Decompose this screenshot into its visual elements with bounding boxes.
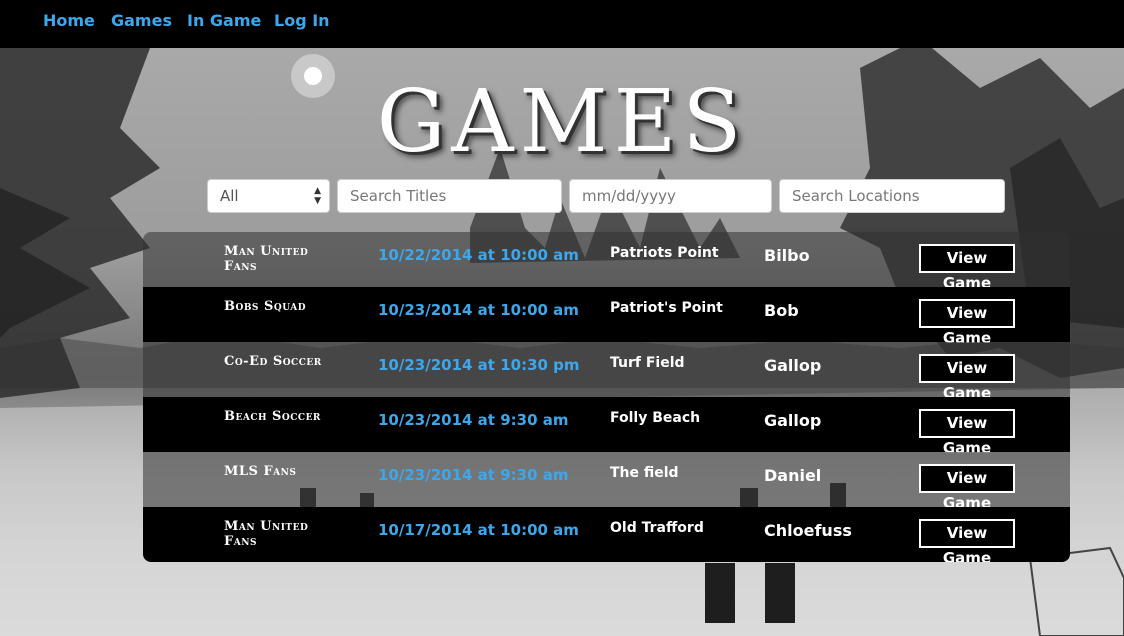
game-datetime: 10/17/2014 at 10:00 am bbox=[378, 521, 579, 539]
nav-link-home[interactable]: Home bbox=[43, 11, 95, 30]
game-host: Daniel bbox=[764, 466, 822, 485]
game-location: Folly Beach bbox=[610, 410, 701, 426]
table-row: Bobs Squad 10/23/2014 at 10:00 am Patrio… bbox=[143, 287, 1070, 347]
date-input[interactable] bbox=[582, 181, 759, 211]
search-locations-field[interactable] bbox=[779, 179, 1005, 213]
table-row: Co-Ed Soccer 10/23/2014 at 10:30 pm Turf… bbox=[143, 342, 1070, 402]
category-select-value: All bbox=[220, 187, 239, 205]
game-location: Patriot's Point bbox=[610, 300, 723, 316]
view-game-button[interactable]: View Game bbox=[919, 299, 1015, 347]
select-arrows-icon: ▲ ▼ bbox=[314, 186, 321, 206]
game-title: Man United Fans bbox=[224, 244, 309, 274]
game-datetime: 10/22/2014 at 10:00 am bbox=[378, 246, 579, 264]
view-game-button[interactable]: View Game bbox=[919, 244, 1015, 292]
game-location: Turf Field bbox=[610, 355, 685, 371]
view-game-button[interactable]: View Game bbox=[919, 409, 1015, 457]
search-locations-input[interactable] bbox=[792, 181, 992, 211]
game-datetime: 10/23/2014 at 10:00 am bbox=[378, 301, 579, 319]
game-location: Patriots Point bbox=[610, 245, 719, 261]
view-game-button[interactable]: View Game bbox=[919, 354, 1015, 402]
game-host: Gallop bbox=[764, 356, 822, 375]
game-location: Old Trafford bbox=[610, 520, 704, 536]
game-host: Bilbo bbox=[764, 246, 810, 265]
game-title: Beach Soccer bbox=[224, 409, 321, 424]
game-title: Co-Ed Soccer bbox=[224, 354, 322, 369]
table-row: Man United Fans 10/17/2014 at 10:00 am O… bbox=[143, 507, 1070, 562]
game-datetime: 10/23/2014 at 10:30 pm bbox=[378, 356, 580, 374]
table-row: Beach Soccer 10/23/2014 at 9:30 am Folly… bbox=[143, 397, 1070, 457]
game-host: Bob bbox=[764, 301, 799, 320]
game-datetime: 10/23/2014 at 9:30 am bbox=[378, 466, 569, 484]
game-host: Gallop bbox=[764, 411, 822, 430]
game-location: The field bbox=[610, 465, 679, 481]
page-title: GAMES bbox=[376, 72, 748, 172]
table-row: MLS Fans 10/23/2014 at 9:30 am The field… bbox=[143, 452, 1070, 512]
view-game-button[interactable]: View Game bbox=[919, 519, 1015, 562]
game-host: Chloefuss bbox=[764, 521, 852, 540]
view-game-button[interactable]: View Game bbox=[919, 464, 1015, 512]
search-titles-input[interactable] bbox=[350, 181, 549, 211]
game-title: Man United Fans bbox=[224, 519, 309, 549]
top-navbar: Home Games In Game Log In bbox=[0, 0, 1124, 48]
games-table: Man United Fans 10/22/2014 at 10:00 am P… bbox=[143, 232, 1070, 562]
game-title: MLS Fans bbox=[224, 464, 297, 479]
date-field[interactable] bbox=[569, 179, 772, 213]
game-title: Bobs Squad bbox=[224, 299, 307, 314]
table-row: Man United Fans 10/22/2014 at 10:00 am P… bbox=[143, 232, 1070, 292]
search-titles-field[interactable] bbox=[337, 179, 562, 213]
game-datetime: 10/23/2014 at 9:30 am bbox=[378, 411, 569, 429]
nav-link-games[interactable]: Games bbox=[111, 11, 172, 30]
category-select[interactable]: All ▲ ▼ bbox=[207, 179, 330, 213]
nav-link-log-in[interactable]: Log In bbox=[274, 11, 330, 30]
nav-link-in-game[interactable]: In Game bbox=[187, 11, 261, 30]
